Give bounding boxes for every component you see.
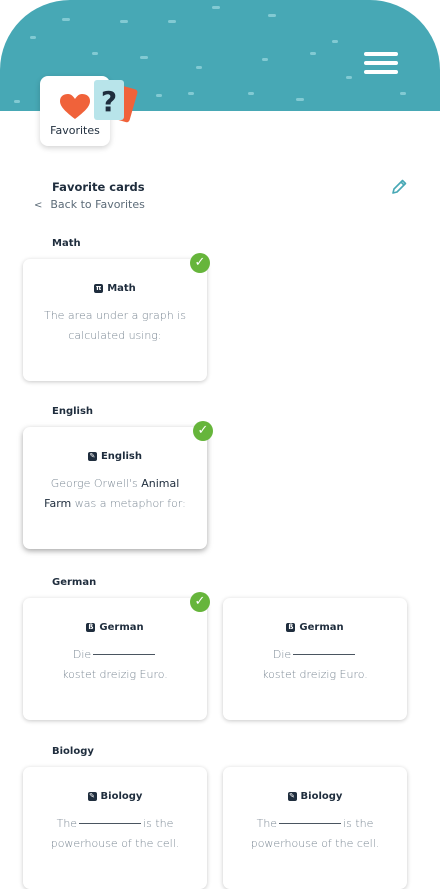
chevron-left-icon: <	[34, 200, 43, 211]
decor-dash	[168, 20, 176, 23]
subject-icon: ✎	[287, 792, 297, 801]
favorite-card[interactable]: ß German Die kostet dreizig Euro.	[23, 598, 207, 720]
check-icon: ✓	[193, 421, 213, 441]
favorite-card[interactable]: π Math The area under a graph is calculat…	[23, 259, 207, 381]
card-subject: ✎ Biology	[23, 791, 207, 802]
decor-dash	[62, 18, 70, 21]
section-english-heading: English	[52, 406, 94, 417]
favorite-card[interactable]: ß German Die kostet dreizig Euro.	[223, 598, 407, 720]
question-text: powerhouse of the cell.	[50, 837, 180, 850]
check-icon: ✓	[190, 592, 210, 612]
card-question: George Orwell's Animal Farm was a metaph…	[40, 474, 190, 514]
hamburger-icon-line	[364, 70, 398, 74]
decor-dash	[400, 92, 406, 95]
card-subject: π Math	[23, 283, 207, 294]
question-text: kostet dreizig Euro.	[62, 668, 168, 681]
question-text: The	[256, 817, 278, 830]
check-icon: ✓	[190, 253, 210, 273]
question-text: The	[56, 817, 78, 830]
question-text: powerhouse of the cell.	[250, 837, 380, 850]
back-link-label: Back to Favorites	[50, 198, 145, 211]
decor-dash	[332, 40, 338, 43]
answer-blank	[79, 823, 142, 824]
decor-dash	[140, 56, 148, 59]
decor-dash	[30, 36, 36, 39]
question-text: Die	[72, 648, 92, 661]
decor-dash	[296, 98, 304, 101]
section-math-heading: Math	[52, 238, 81, 249]
question-text: is the	[343, 817, 374, 830]
decor-dash	[120, 20, 128, 23]
decor-dash	[212, 6, 220, 9]
answer-blank	[93, 654, 156, 655]
question-text: George Orwell's	[50, 477, 142, 490]
card-subject-label: German	[99, 622, 144, 633]
decor-dash	[248, 92, 254, 95]
decor-dash	[188, 92, 194, 95]
decor-dash	[310, 52, 316, 55]
hamburger-icon	[364, 52, 398, 56]
favorite-card[interactable]: ✎ Biology The is the powerhouse of the cell…	[223, 767, 407, 889]
card-subject: ß German	[23, 622, 207, 633]
card-subject: ß German	[223, 622, 407, 633]
decor-dash	[92, 52, 98, 55]
card-subject-label: Biology	[300, 791, 343, 802]
section-german-heading: German	[52, 577, 97, 588]
subject-icon: π	[94, 284, 104, 293]
card-subject-label: English	[100, 451, 143, 462]
decor-dash	[14, 100, 20, 103]
card-question: The area under a graph is calculated usi…	[43, 309, 187, 342]
question-text: was a metaphor for:	[71, 497, 186, 510]
favorite-card[interactable]: ✎ English George Orwell's Animal Farm was…	[23, 427, 207, 549]
menu-button[interactable]	[364, 52, 398, 76]
section-biology-heading: Biology	[52, 746, 94, 757]
card-question: Die kostet dreizig Euro.	[40, 645, 190, 685]
answer-blank	[293, 654, 356, 655]
card-question: The is the powerhouse of the cell.	[240, 814, 390, 854]
card-subject: ✎ English	[23, 451, 207, 462]
back-link[interactable]: < Back to Favorites	[34, 198, 145, 211]
card-subject-label: German	[299, 622, 344, 633]
subject-icon: ✎	[87, 452, 97, 461]
decor-dash	[262, 58, 268, 61]
card-subject-label: Math	[107, 283, 136, 294]
question-text: Die	[272, 648, 292, 661]
pencil-icon[interactable]	[390, 178, 408, 196]
answer-blank	[279, 823, 342, 824]
page-title: Favorite cards	[52, 180, 145, 194]
card-subject: ✎ Biology	[223, 791, 407, 802]
subject-icon: ß	[86, 623, 96, 632]
decor-dash	[196, 66, 202, 69]
decor-dash	[346, 76, 352, 79]
card-question: Die kostet dreizig Euro.	[240, 645, 390, 685]
decor-dash	[268, 14, 276, 17]
question-text: kostet dreizig Euro.	[262, 668, 368, 681]
subject-icon: ß	[286, 623, 296, 632]
favorite-card[interactable]: ✎ Biology The is the powerhouse of the cell…	[23, 767, 207, 889]
subject-icon: ✎	[87, 792, 97, 801]
card-question: The is the powerhouse of the cell.	[40, 814, 190, 854]
question-text: is the	[143, 817, 174, 830]
card-subject-label: Biology	[100, 791, 143, 802]
decor-dash	[156, 94, 162, 97]
heart-icon	[60, 94, 90, 119]
question-card-icon: ?	[94, 80, 138, 123]
svg-text:?: ?	[101, 85, 117, 118]
hamburger-icon-line	[364, 61, 398, 65]
